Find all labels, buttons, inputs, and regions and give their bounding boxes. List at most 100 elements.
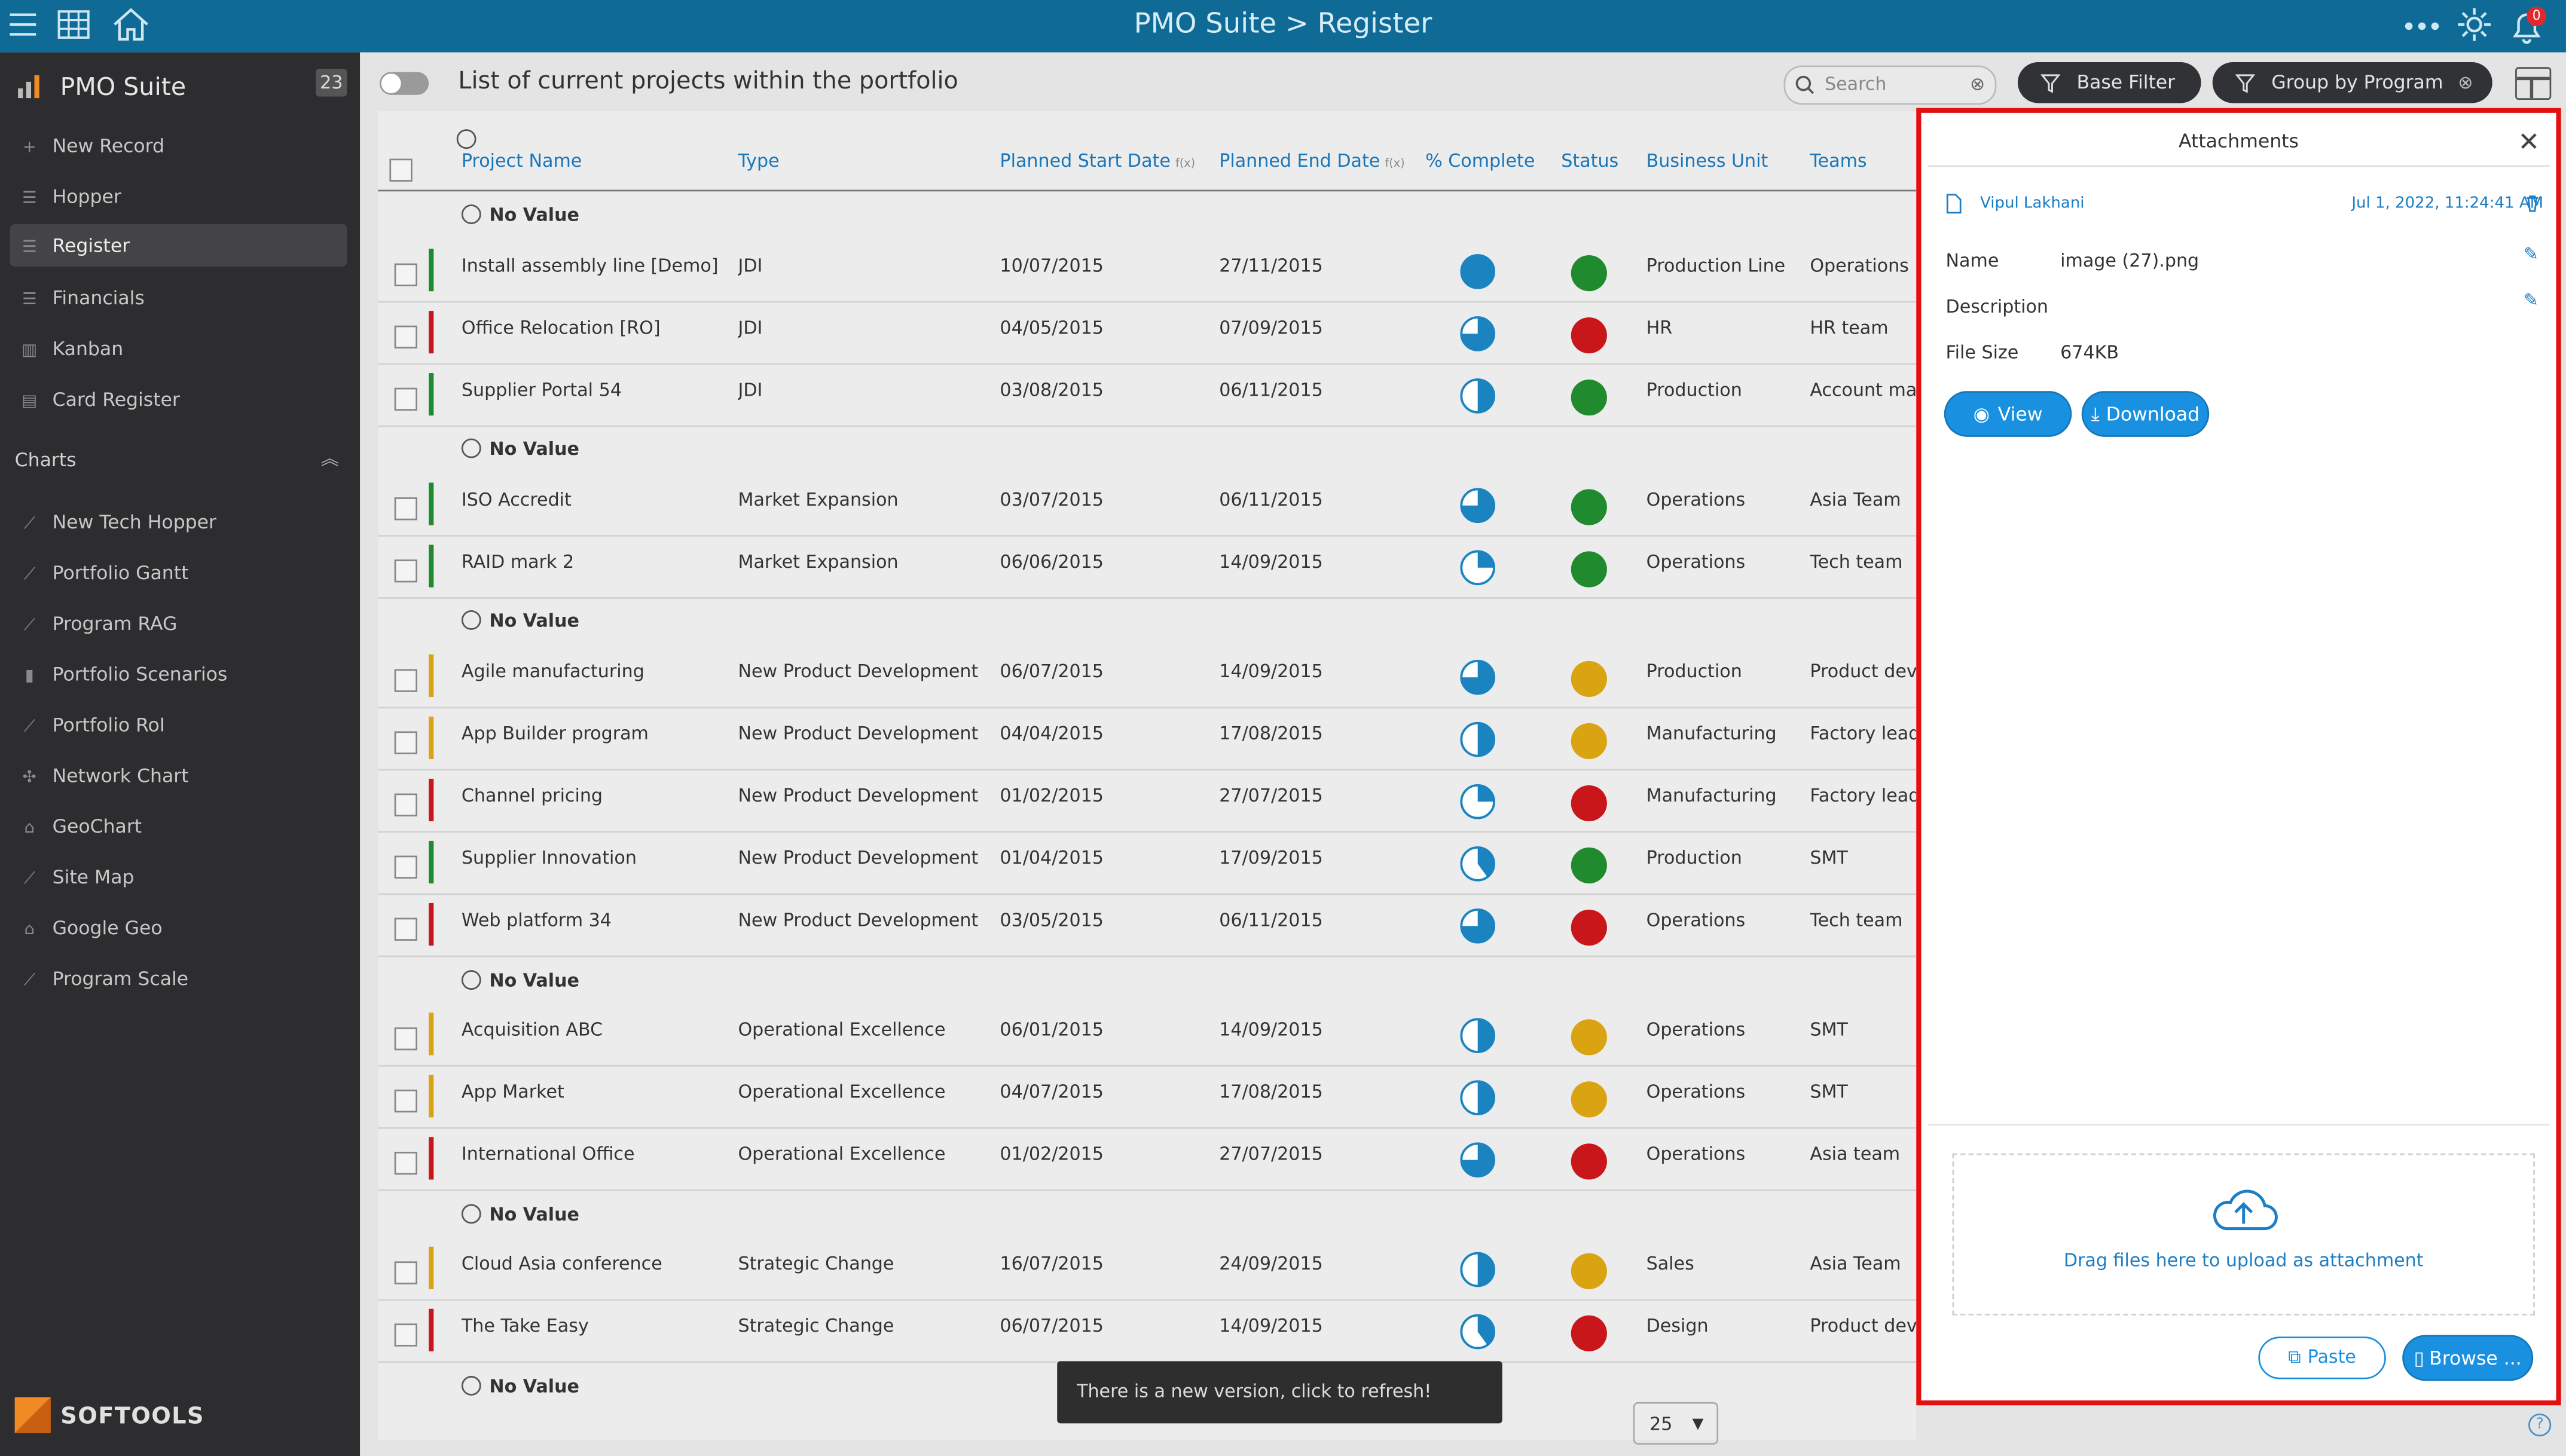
sidebar-brand[interactable]: PMO Suite — [16, 72, 186, 102]
sidebar-item-card-register[interactable]: ▤ Card Register — [10, 378, 347, 420]
table-row[interactable]: Acquisition ABC Operational Excellence 06/… — [378, 1003, 1917, 1067]
collapse-group-icon[interactable] — [461, 204, 481, 224]
sidebar-chart-program-rag[interactable]: ⟋ Program RAG — [10, 602, 347, 644]
column-header-planned-start[interactable]: Planned Start Date f(x) — [1000, 151, 1195, 172]
collapse-group-icon[interactable] — [461, 438, 481, 458]
row-checkbox[interactable] — [394, 1323, 417, 1347]
column-header-teams[interactable]: Teams — [1810, 151, 1867, 172]
more-options-icon[interactable] — [2404, 22, 2440, 31]
sidebar-item-kanban[interactable]: ▥ Kanban — [10, 327, 347, 369]
table-row[interactable]: International Office Operational Excellen… — [378, 1127, 1917, 1191]
row-checkbox[interactable] — [394, 669, 417, 692]
attachment-uploader[interactable]: Vipul Lakhani — [1980, 195, 2085, 213]
group-header[interactable]: No Value — [461, 610, 579, 632]
cell-project-name[interactable]: App Market — [462, 1081, 723, 1103]
download-button[interactable]: ⤓ Download — [2083, 392, 2208, 436]
select-all-checkbox[interactable] — [389, 158, 413, 182]
row-checkbox[interactable] — [394, 917, 417, 941]
cell-project-name[interactable]: Agile manufacturing — [462, 661, 723, 683]
base-filter-button[interactable]: Base Filter — [2017, 62, 2201, 103]
group-header[interactable]: No Value — [461, 1375, 579, 1397]
sidebar-chart-portfolio-scenarios[interactable]: ▮ Portfolio Scenarios — [10, 653, 347, 695]
row-checkbox[interactable] — [394, 855, 417, 879]
new-version-toast[interactable]: There is a new version, click to refresh… — [1057, 1361, 1502, 1424]
row-checkbox[interactable] — [394, 325, 417, 349]
cell-project-name[interactable]: ISO Accredit — [462, 489, 723, 510]
collapse-group-icon[interactable] — [461, 1375, 481, 1396]
layout-toggle-icon[interactable] — [2515, 67, 2552, 100]
page-size-select[interactable]: 25 ▼ — [1633, 1402, 1719, 1445]
collapse-group-icon[interactable] — [461, 970, 481, 990]
column-header-planned-end[interactable]: Planned End Date f(x) — [1219, 151, 1404, 172]
cell-project-name[interactable]: RAID mark 2 — [462, 551, 723, 573]
row-checkbox[interactable] — [394, 1151, 417, 1175]
column-header-project-name[interactable]: Project Name — [462, 151, 582, 172]
table-row[interactable]: Cloud Asia conference Strategic Change 16/… — [378, 1237, 1917, 1301]
column-header-business-unit[interactable]: Business Unit — [1646, 151, 1768, 172]
cell-project-name[interactable]: Office Relocation [RO] — [462, 317, 723, 339]
sidebar-chart-geochart[interactable]: ⌂ GeoChart — [10, 805, 347, 848]
cell-project-name[interactable]: The Take Easy — [462, 1316, 723, 1337]
sidebar-chart-site-map[interactable]: ⟋ Site Map — [10, 856, 347, 898]
table-row[interactable]: RAID mark 2 Market Expansion 06/06/2015 14/… — [378, 535, 1917, 599]
collapse-group-icon[interactable] — [461, 610, 481, 630]
sidebar-item-new-record[interactable]: + New Record — [10, 124, 347, 167]
group-by-button[interactable]: Group by Program ⊗ — [2212, 62, 2492, 103]
table-row[interactable]: Supplier Innovation New Product Developme… — [378, 831, 1917, 895]
row-checkbox[interactable] — [394, 1261, 417, 1284]
table-row[interactable]: Web platform 34 New Product Development 03… — [378, 894, 1917, 958]
row-checkbox[interactable] — [394, 1089, 417, 1113]
table-row[interactable]: Supplier Portal 54 JDI 03/08/2015 06/11/201… — [378, 363, 1917, 427]
sidebar-chart-new-tech-hopper[interactable]: ⟋ New Tech Hopper — [10, 501, 347, 543]
close-icon[interactable]: ✕ — [2518, 126, 2540, 157]
view-toggle-switch[interactable] — [380, 72, 429, 95]
cell-project-name[interactable]: Supplier Innovation — [462, 848, 723, 869]
cell-project-name[interactable]: Web platform 34 — [462, 910, 723, 931]
sidebar-chart-google-geo[interactable]: ⌂ Google Geo — [10, 906, 347, 949]
row-checkbox[interactable] — [394, 387, 417, 411]
table-row[interactable]: App Market Operational Excellence 04/07/20… — [378, 1065, 1917, 1129]
collapse-all-icon[interactable] — [456, 129, 476, 149]
table-row[interactable]: ISO Accredit Market Expansion 03/07/2015 06… — [378, 473, 1917, 537]
cell-project-name[interactable]: App Builder program — [462, 723, 723, 745]
sidebar-chart-portfolio-roi[interactable]: ⟋ Portfolio RoI — [10, 703, 347, 746]
table-row[interactable]: App Builder program New Product Developme… — [378, 706, 1917, 771]
sidebar-item-register[interactable]: ☰ Register — [10, 224, 347, 267]
help-icon[interactable]: ? — [2528, 1413, 2552, 1437]
sidebar-chart-network-chart[interactable]: ✣ Network Chart — [10, 754, 347, 797]
group-header[interactable]: No Value — [461, 438, 579, 460]
row-checkbox[interactable] — [394, 793, 417, 816]
edit-description-icon[interactable]: ✎ — [2524, 289, 2538, 311]
column-header-type[interactable]: Type — [738, 151, 779, 172]
column-header-status[interactable]: Status — [1561, 151, 1618, 172]
table-row[interactable]: Office Relocation [RO] JDI 04/05/2015 07/09… — [378, 301, 1917, 365]
row-checkbox[interactable] — [394, 1027, 417, 1051]
row-checkbox[interactable] — [394, 497, 417, 521]
search-input[interactable]: Search — [1825, 67, 1886, 103]
cell-project-name[interactable]: Supplier Portal 54 — [462, 380, 723, 401]
row-checkbox[interactable] — [394, 263, 417, 287]
cell-project-name[interactable]: Cloud Asia conference — [462, 1253, 723, 1275]
table-row[interactable]: Agile manufacturing New Product Developme… — [378, 644, 1917, 709]
column-header-complete[interactable]: % Complete — [1425, 151, 1535, 172]
paste-button[interactable]: ⧉ Paste — [2258, 1336, 2386, 1379]
sidebar-chart-program-scale[interactable]: ⟋ Program Scale — [10, 957, 347, 999]
collapse-group-icon[interactable] — [461, 1204, 481, 1224]
sidebar-item-financials[interactable]: ☰ Financials — [10, 277, 347, 319]
group-header[interactable]: No Value — [461, 204, 579, 226]
chevron-up-icon[interactable]: ︽ — [320, 445, 338, 472]
group-header[interactable]: No Value — [461, 1204, 579, 1225]
sidebar-chart-portfolio-gantt[interactable]: ⟋ Portfolio Gantt — [10, 551, 347, 594]
upload-dropzone[interactable]: Drag files here to upload as attachment — [1952, 1153, 2535, 1316]
cell-project-name[interactable]: Install assembly line [Demo] — [462, 255, 723, 277]
browse-button[interactable]: ▯ Browse ... — [2403, 1336, 2532, 1379]
row-checkbox[interactable] — [394, 731, 417, 754]
sidebar-item-hopper[interactable]: ☰ Hopper — [10, 175, 347, 218]
edit-name-icon[interactable]: ✎ — [2524, 244, 2538, 265]
view-button[interactable]: ◉ View — [1945, 392, 2070, 436]
group-header[interactable]: No Value — [461, 970, 579, 992]
clear-search-icon[interactable]: ⊗ — [1970, 67, 1985, 103]
table-row[interactable]: The Take Easy Strategic Change 06/07/2015 1… — [378, 1299, 1917, 1363]
table-row[interactable]: Install assembly line [Demo] JDI 10/07/201… — [378, 239, 1917, 303]
remove-group-icon[interactable]: ⊗ — [2458, 62, 2473, 103]
